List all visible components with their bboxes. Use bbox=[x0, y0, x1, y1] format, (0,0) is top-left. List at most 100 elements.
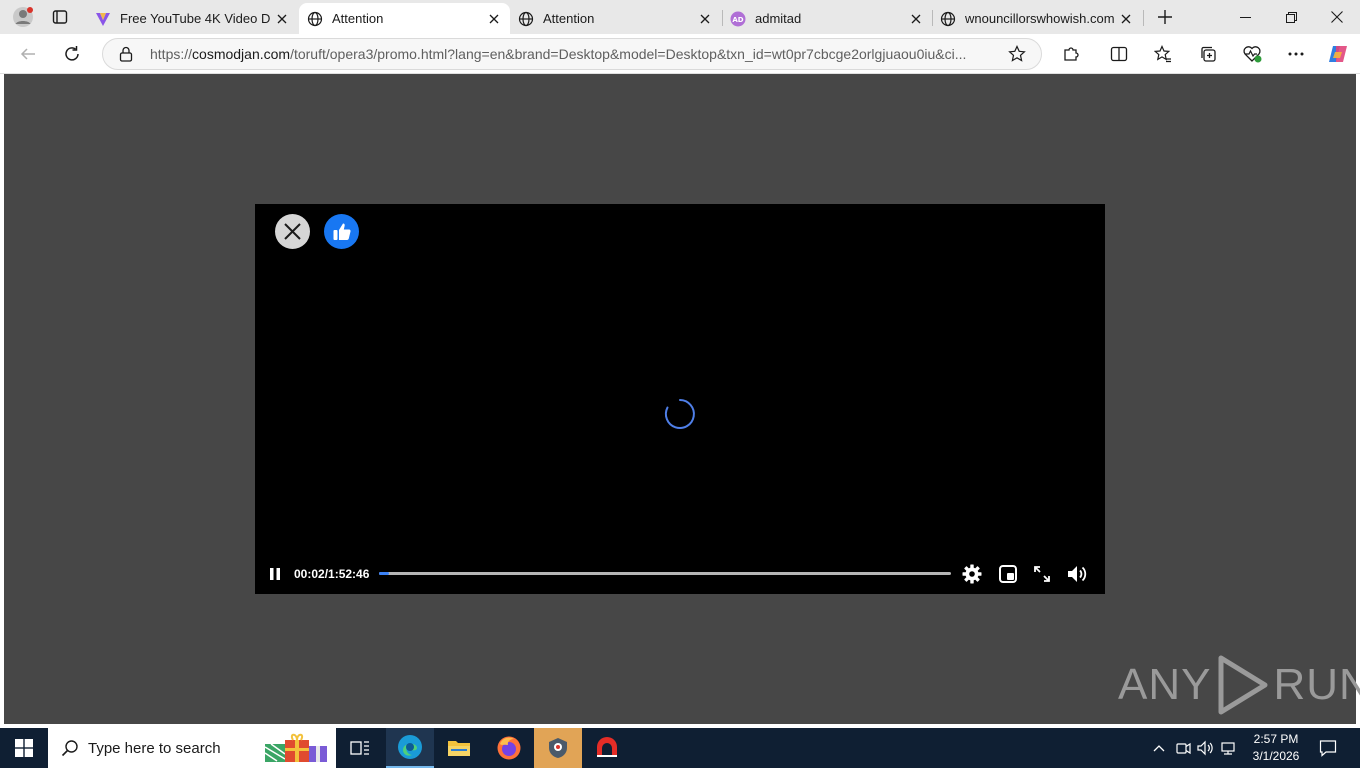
tab-attention[interactable]: Attention bbox=[510, 3, 721, 34]
watermark-left-text: ANY bbox=[1118, 660, 1212, 709]
settings-menu-button[interactable] bbox=[1280, 38, 1312, 70]
taskbar-search-box[interactable]: Type here to search bbox=[48, 728, 336, 768]
url-path: /toruft/opera3/promo.html?lang=en&brand=… bbox=[290, 46, 967, 62]
settings-button[interactable] bbox=[961, 563, 983, 585]
browser-toolbar: https://cosmodjan.com/toruft/opera3/prom… bbox=[0, 34, 1360, 74]
tab-free-youtube[interactable]: Free YouTube 4K Video Dow bbox=[87, 3, 298, 34]
back-button[interactable] bbox=[12, 38, 44, 70]
close-tab-icon[interactable] bbox=[697, 11, 713, 27]
tray-network-icon[interactable] bbox=[1218, 738, 1238, 758]
firefox-icon bbox=[497, 736, 521, 760]
admitad-logo-icon: AD bbox=[730, 11, 746, 27]
picture-in-picture-button[interactable] bbox=[997, 563, 1019, 585]
refresh-button[interactable] bbox=[56, 38, 88, 70]
tab-admitad[interactable]: AD admitad bbox=[722, 3, 932, 34]
notification-icon bbox=[1319, 740, 1337, 757]
fullscreen-button[interactable] bbox=[1031, 563, 1053, 585]
close-tab-icon[interactable] bbox=[486, 11, 502, 27]
clock-date: 3/1/2026 bbox=[1252, 749, 1300, 763]
volume-button[interactable] bbox=[1067, 563, 1089, 585]
tab-title: Attention bbox=[332, 11, 384, 26]
extensions-button[interactable] bbox=[1055, 38, 1087, 70]
profile-icon bbox=[13, 7, 33, 27]
close-tab-icon[interactable] bbox=[1118, 11, 1134, 27]
tab-actions-button[interactable] bbox=[45, 3, 75, 31]
show-hidden-icons-button[interactable] bbox=[1149, 738, 1169, 758]
like-button[interactable] bbox=[324, 214, 359, 249]
split-screen-button[interactable] bbox=[1103, 38, 1135, 70]
page-content: 00:02/1:52:46 ANY RUN bbox=[4, 74, 1360, 724]
puzzle-icon bbox=[1064, 47, 1079, 61]
tab-separator bbox=[1143, 10, 1144, 26]
clock-time: 2:57 PM bbox=[1253, 732, 1299, 746]
refresh-icon bbox=[65, 46, 79, 61]
windows-taskbar: Type here to search 2:57 PM 3/1/2026 bbox=[0, 728, 1360, 768]
url-text: https://cosmodjan.com/toruft/opera3/prom… bbox=[150, 46, 966, 62]
pause-button[interactable] bbox=[267, 566, 283, 582]
v-logo-icon bbox=[95, 11, 111, 27]
favorites-button[interactable] bbox=[1147, 38, 1179, 70]
search-icon bbox=[61, 740, 78, 757]
close-window-button[interactable] bbox=[1314, 0, 1360, 34]
plus-icon bbox=[1158, 10, 1172, 24]
globe-icon bbox=[940, 11, 956, 27]
task-view-button[interactable] bbox=[336, 728, 384, 768]
restore-button[interactable] bbox=[1268, 0, 1314, 34]
thumbs-up-icon bbox=[333, 223, 351, 240]
pause-icon bbox=[270, 568, 280, 580]
taskbar-clock[interactable]: 2:57 PM 3/1/2026 bbox=[1240, 731, 1312, 765]
site-info-icon[interactable] bbox=[119, 46, 133, 67]
playback-time: 00:02/1:52:46 bbox=[294, 567, 370, 581]
player-controls: 00:02/1:52:46 bbox=[255, 560, 1105, 588]
tab-title: Attention bbox=[543, 11, 595, 26]
profile-button[interactable] bbox=[8, 3, 38, 31]
close-tab-icon[interactable] bbox=[274, 11, 290, 27]
search-placeholder: Type here to search bbox=[88, 740, 221, 757]
chevron-up-icon bbox=[1153, 745, 1165, 752]
copilot-button[interactable] bbox=[1322, 38, 1354, 70]
windows-logo-icon bbox=[15, 739, 33, 757]
tray-volume-icon[interactable] bbox=[1196, 738, 1216, 758]
minimize-icon bbox=[1239, 16, 1251, 18]
browser-essentials-button[interactable] bbox=[1236, 38, 1268, 70]
start-button[interactable] bbox=[0, 728, 48, 768]
taskbar-firefox[interactable] bbox=[485, 728, 533, 768]
split-screen-icon bbox=[1110, 46, 1128, 62]
taskbar-active-app[interactable] bbox=[534, 728, 582, 768]
notifications-button[interactable] bbox=[1318, 738, 1338, 758]
close-ad-button[interactable] bbox=[275, 214, 310, 249]
taskbar-file-explorer[interactable] bbox=[435, 728, 483, 768]
gift-boxes-icon bbox=[264, 733, 327, 762]
favorites-icon bbox=[1154, 45, 1171, 63]
tab-attention-active[interactable]: Attention bbox=[299, 3, 510, 34]
address-bar[interactable]: https://cosmodjan.com/toruft/opera3/prom… bbox=[102, 38, 1042, 70]
restore-icon bbox=[1285, 11, 1297, 23]
url-host: cosmodjan.com bbox=[192, 46, 291, 62]
folder-icon bbox=[448, 741, 470, 756]
video-player[interactable]: 00:02/1:52:46 bbox=[255, 204, 1105, 594]
close-icon bbox=[284, 223, 301, 240]
taskbar-edge[interactable] bbox=[386, 728, 434, 768]
loading-spinner-icon bbox=[664, 399, 695, 429]
fullscreen-icon bbox=[1034, 566, 1050, 582]
tray-device-icon[interactable] bbox=[1173, 738, 1193, 758]
seek-bar[interactable] bbox=[379, 572, 951, 575]
tab-title: wnouncillorswhowish.com/? bbox=[965, 11, 1114, 26]
settings-gear-icon bbox=[962, 564, 982, 584]
url-prefix: https:// bbox=[150, 46, 193, 62]
close-tab-icon[interactable] bbox=[908, 11, 924, 27]
favorite-star-icon[interactable] bbox=[1008, 45, 1026, 68]
app-shield-icon bbox=[549, 738, 567, 758]
close-icon bbox=[1331, 11, 1343, 23]
tab-wnouncillors[interactable]: wnouncillorswhowish.com/? bbox=[932, 3, 1142, 34]
picture-in-picture-icon bbox=[999, 565, 1017, 583]
new-tab-button[interactable] bbox=[1150, 3, 1180, 31]
minimize-button[interactable] bbox=[1222, 0, 1268, 34]
play-logo-icon bbox=[1218, 655, 1268, 715]
task-view-icon bbox=[350, 741, 369, 755]
heart-pulse-icon bbox=[1243, 46, 1262, 63]
copilot-icon bbox=[1329, 46, 1347, 62]
taskbar-app-red[interactable] bbox=[583, 728, 631, 768]
seek-progress bbox=[379, 572, 389, 575]
collections-button[interactable] bbox=[1192, 38, 1224, 70]
